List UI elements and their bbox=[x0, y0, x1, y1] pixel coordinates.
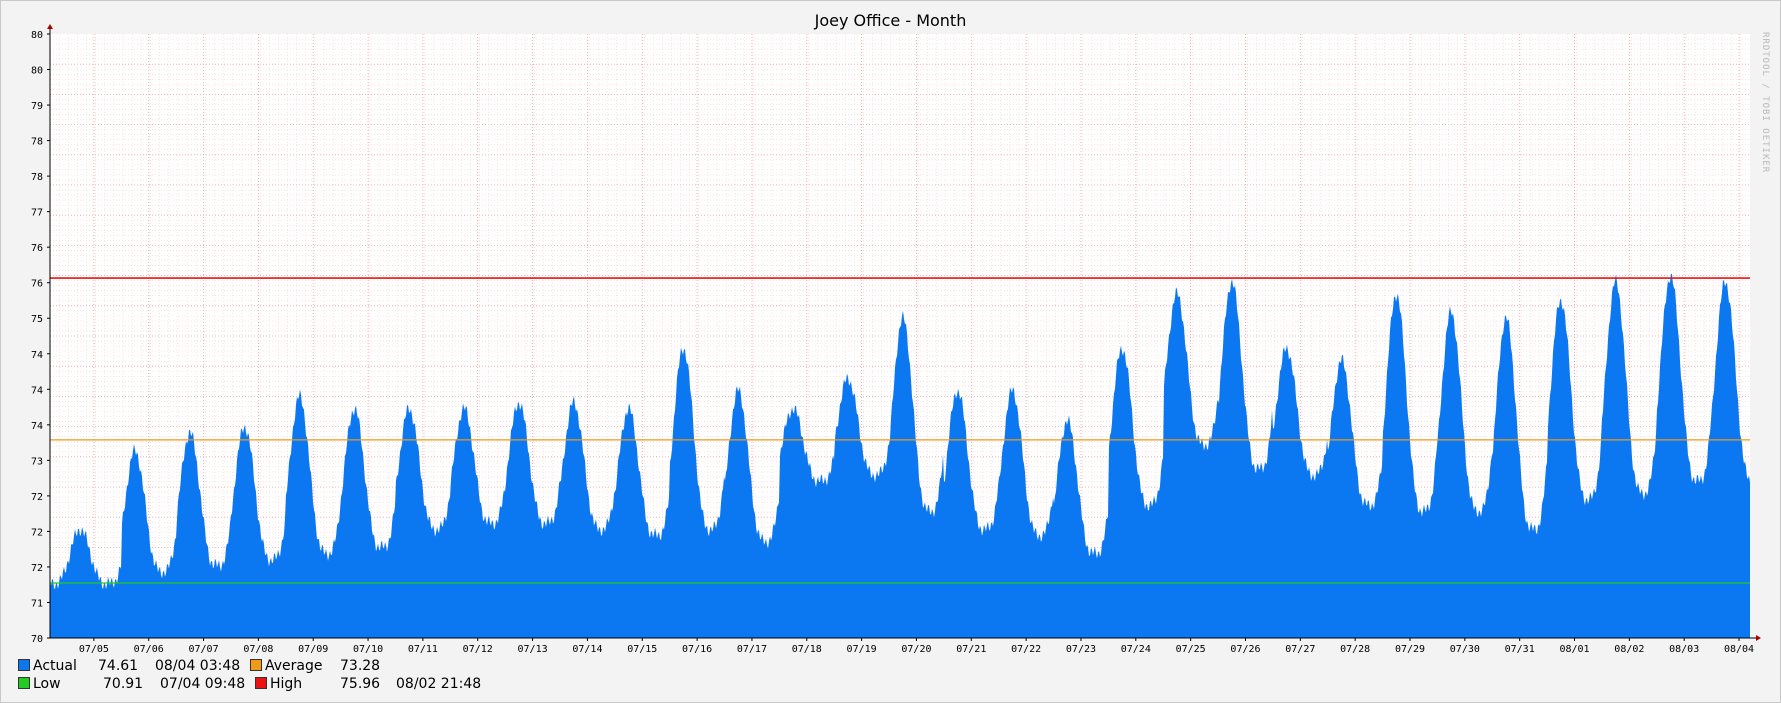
x-tick-label: 07/16 bbox=[682, 644, 712, 655]
x-tick-label: 08/01 bbox=[1559, 644, 1589, 655]
y-tick-label: 74 bbox=[31, 385, 43, 396]
legend-actual-value: 74.61 bbox=[98, 658, 139, 674]
legend-high-value: 75.96 bbox=[340, 676, 381, 692]
x-tick-label: 07/14 bbox=[572, 644, 602, 655]
y-tick-label: 74 bbox=[31, 421, 43, 432]
x-tick-label: 07/26 bbox=[1230, 644, 1260, 655]
legend-average-label: Average bbox=[265, 658, 323, 674]
x-tick-label: 07/09 bbox=[298, 644, 328, 655]
legend-high: High bbox=[255, 676, 302, 692]
y-tick-label: 77 bbox=[31, 208, 43, 219]
x-tick-label: 07/21 bbox=[956, 644, 986, 655]
y-tick-label: 76 bbox=[31, 279, 43, 290]
x-tick-label: 08/03 bbox=[1669, 644, 1699, 655]
x-tick-label: 08/04 bbox=[1724, 644, 1754, 655]
y-tick-label: 74 bbox=[31, 350, 43, 361]
average-swatch bbox=[250, 659, 262, 671]
x-tick-label: 07/19 bbox=[847, 644, 877, 655]
y-tick-label: 72 bbox=[31, 492, 43, 503]
y-tick-label: 78 bbox=[31, 172, 43, 183]
y-tick-label: 75 bbox=[31, 314, 43, 325]
x-tick-label: 07/30 bbox=[1450, 644, 1480, 655]
x-tick-label: 07/28 bbox=[1340, 644, 1370, 655]
legend-average: Average bbox=[250, 658, 323, 674]
y-tick-label: 78 bbox=[31, 137, 43, 148]
x-axis-arrow bbox=[1756, 635, 1761, 641]
x-tick-label: 07/18 bbox=[792, 644, 822, 655]
x-tick-labels: 07/05 07/06 07/07 07/08 07/09 07/10 07/11 07/12… bbox=[79, 638, 1754, 655]
x-tick-label: 07/12 bbox=[463, 644, 493, 655]
x-tick-label: 07/11 bbox=[408, 644, 438, 655]
y-tick-label: 71 bbox=[31, 598, 43, 609]
x-tick-label: 08/02 bbox=[1614, 644, 1644, 655]
legend-actual: Actual bbox=[18, 658, 77, 674]
x-tick-label: 07/13 bbox=[518, 644, 548, 655]
legend-high-time: 08/02 21:48 bbox=[396, 676, 482, 692]
legend-average-value: 73.28 bbox=[340, 658, 381, 674]
x-tick-label: 07/24 bbox=[1121, 644, 1151, 655]
y-tick-label: 80 bbox=[31, 66, 43, 77]
y-tick-label: 80 bbox=[31, 30, 43, 41]
low-swatch bbox=[18, 677, 30, 689]
legend-actual-time: 08/04 03:48 bbox=[155, 658, 241, 674]
x-tick-label: 07/23 bbox=[1066, 644, 1096, 655]
legend-low-label: Low bbox=[33, 676, 61, 692]
chart-plot: 70 71 72 72 72 73 74 74 74 75 76 76 77 78 78 79 80 80 07/… bbox=[31, 24, 1761, 655]
x-tick-label: 07/20 bbox=[901, 644, 931, 655]
y-tick-label: 72 bbox=[31, 527, 43, 538]
x-tick-label: 07/07 bbox=[188, 644, 218, 655]
x-tick-label: 07/27 bbox=[1285, 644, 1315, 655]
x-tick-label: 07/17 bbox=[737, 644, 767, 655]
high-swatch bbox=[255, 677, 267, 689]
x-tick-label: 07/31 bbox=[1505, 644, 1535, 655]
legend-low-time: 07/04 09:48 bbox=[160, 676, 246, 692]
legend-actual-label: Actual bbox=[33, 658, 77, 674]
x-tick-label: 07/29 bbox=[1395, 644, 1425, 655]
x-tick-label: 07/05 bbox=[79, 644, 109, 655]
y-axis-arrow bbox=[47, 24, 53, 29]
actual-swatch bbox=[18, 659, 30, 671]
y-tick-label: 70 bbox=[31, 634, 43, 645]
legend-low-value: 70.91 bbox=[103, 676, 144, 692]
legend-high-label: High bbox=[270, 676, 303, 692]
y-tick-label: 76 bbox=[31, 243, 43, 254]
y-tick-labels: 70 71 72 72 72 73 74 74 74 75 76 76 77 78 78 79 80 80 bbox=[31, 30, 50, 645]
x-tick-label: 07/22 bbox=[1011, 644, 1041, 655]
y-tick-label: 79 bbox=[31, 101, 43, 112]
y-tick-label: 73 bbox=[31, 456, 43, 467]
legend-low: Low bbox=[18, 676, 61, 692]
y-tick-label: 72 bbox=[31, 563, 43, 574]
x-tick-label: 07/15 bbox=[627, 644, 657, 655]
x-tick-label: 07/06 bbox=[134, 644, 164, 655]
x-tick-label: 07/10 bbox=[353, 644, 383, 655]
x-tick-label: 07/25 bbox=[1176, 644, 1206, 655]
x-tick-label: 07/08 bbox=[243, 644, 273, 655]
